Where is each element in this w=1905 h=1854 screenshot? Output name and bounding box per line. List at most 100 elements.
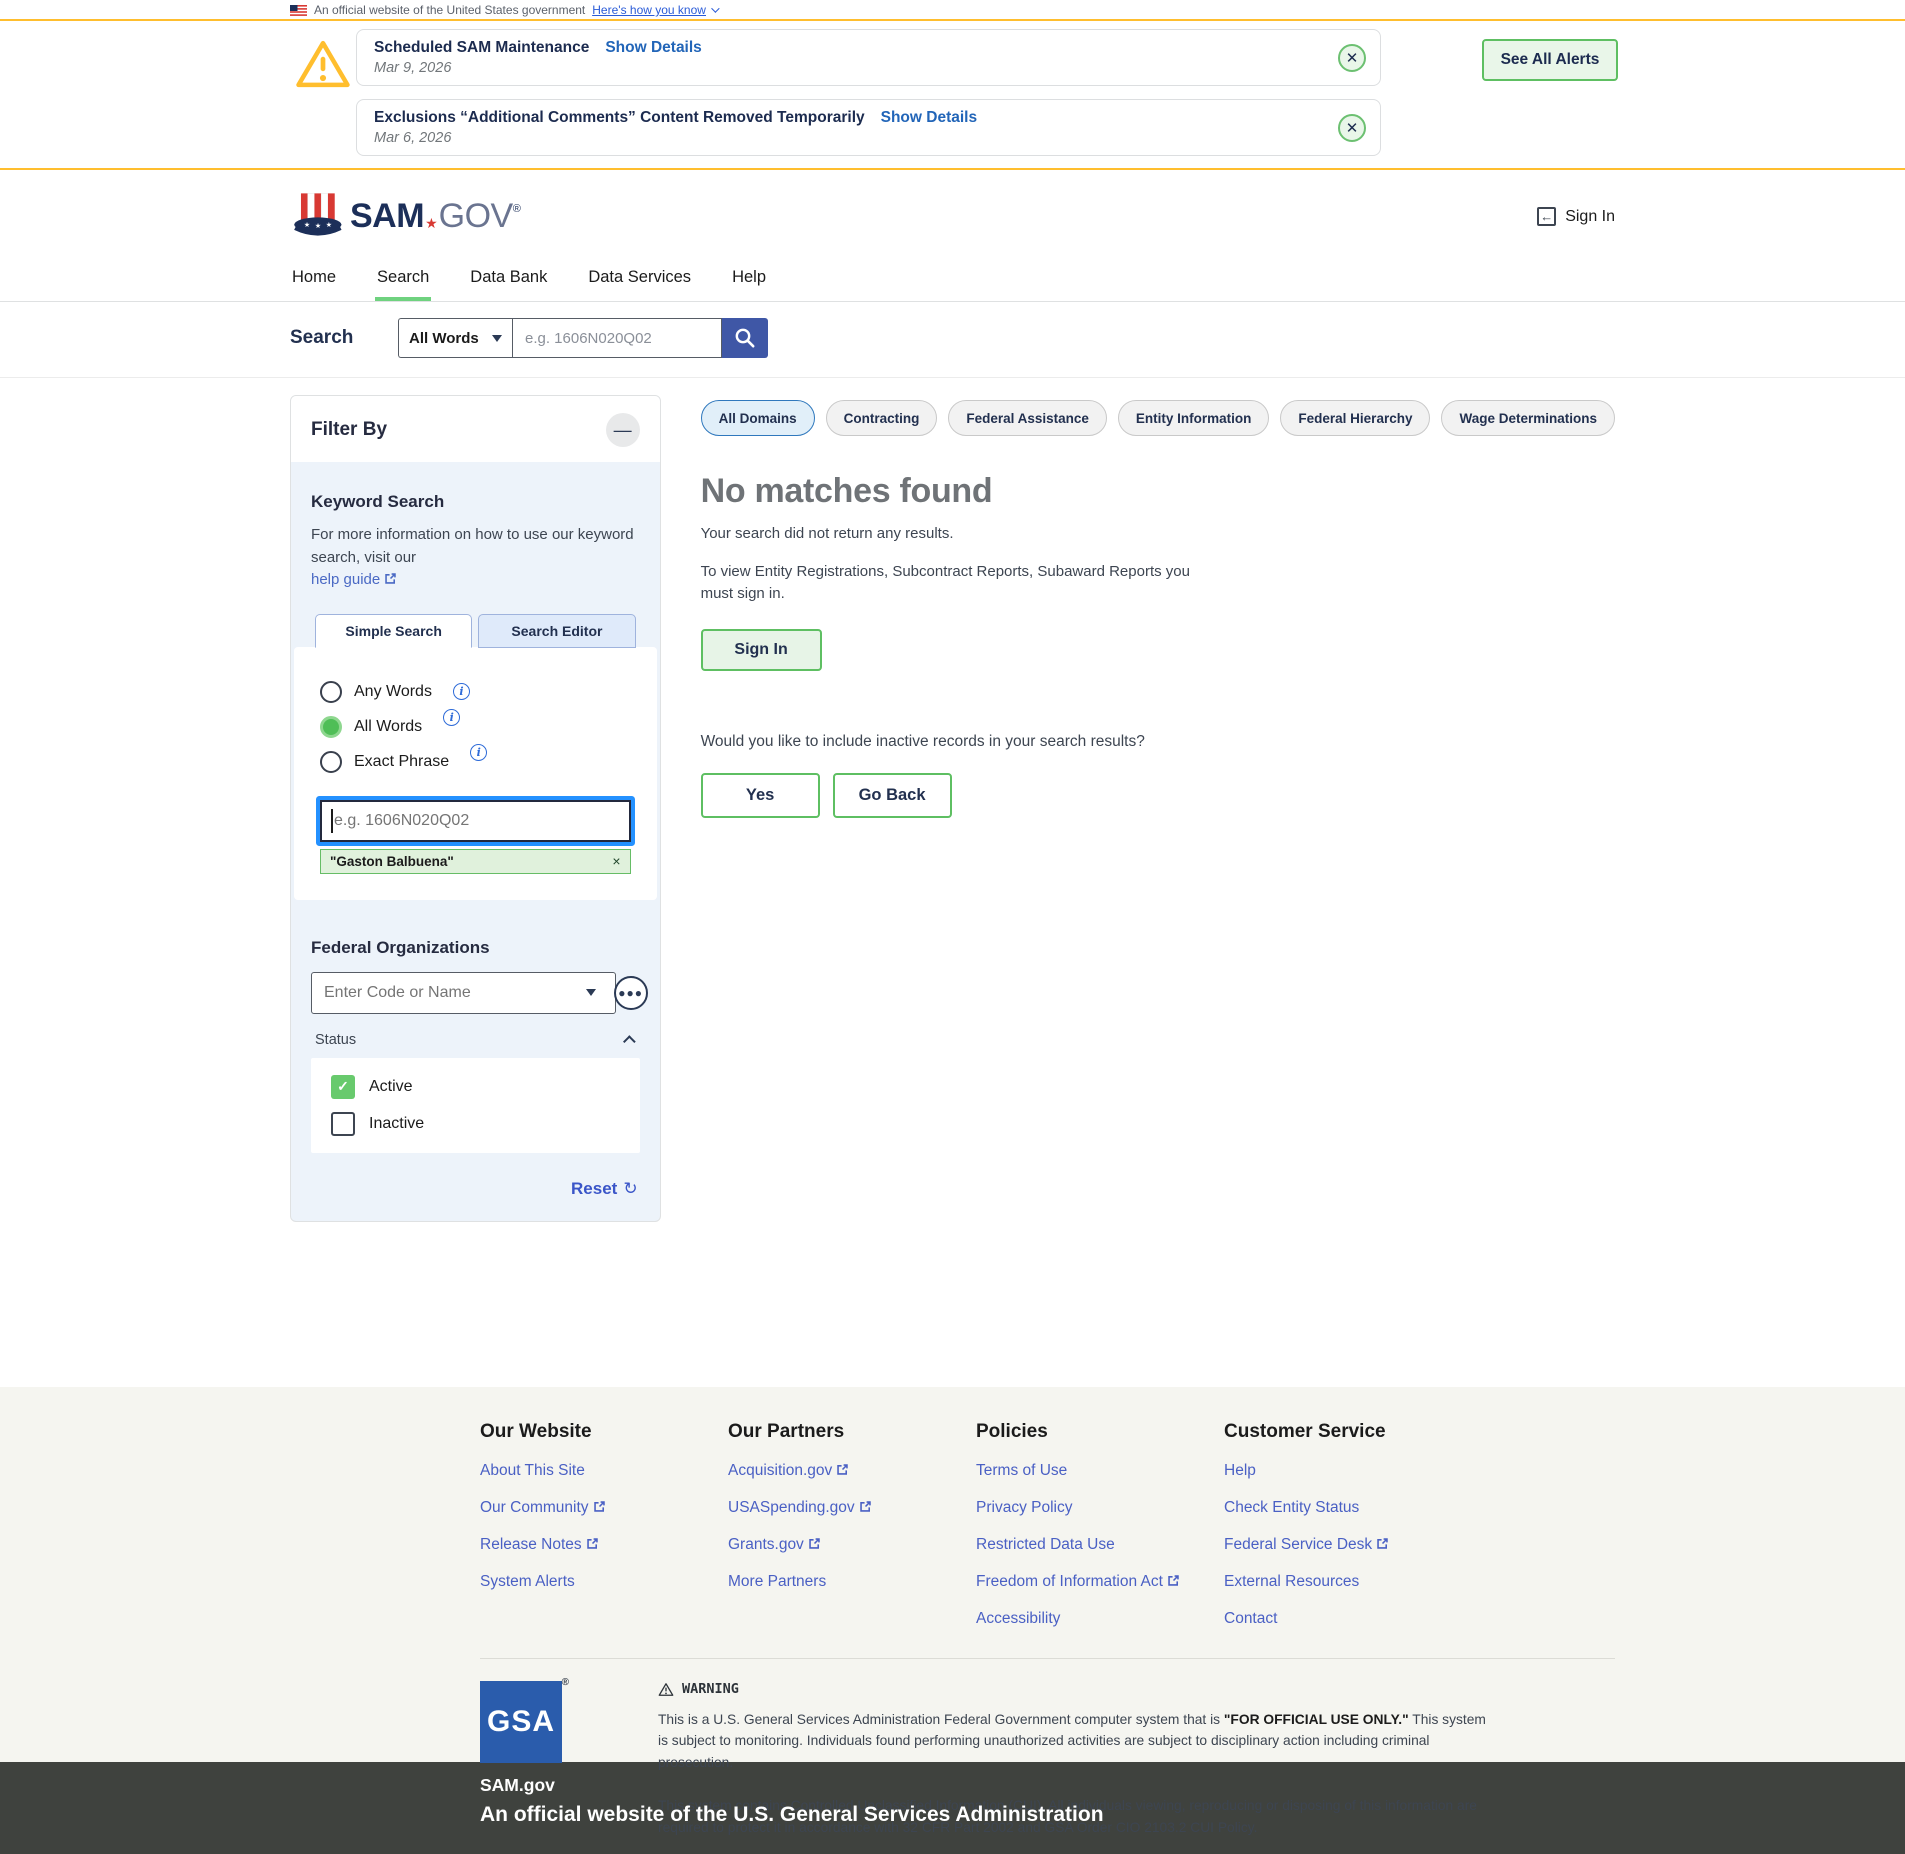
radio-label: Exact Phrase bbox=[354, 753, 449, 771]
search-mode-select[interactable]: All Words bbox=[398, 318, 512, 358]
inactive-records-question: Would you like to include inactive recor… bbox=[701, 733, 1615, 751]
collapse-filters-button[interactable]: — bbox=[606, 413, 640, 447]
results-area: All Domains Contracting Federal Assistance… bbox=[701, 395, 1615, 818]
footer-link-privacy-policy[interactable]: Privacy Policy bbox=[976, 1499, 1072, 1517]
checkbox[interactable] bbox=[331, 1112, 355, 1136]
external-link-icon bbox=[1376, 1537, 1388, 1549]
external-link-icon bbox=[859, 1500, 871, 1512]
external-link-icon bbox=[836, 1463, 848, 1475]
nav-item-data-services[interactable]: Data Services bbox=[586, 257, 693, 301]
footer-link-system-alerts[interactable]: System Alerts bbox=[480, 1573, 575, 1591]
footer-link-check-entity-status[interactable]: Check Entity Status bbox=[1224, 1499, 1359, 1517]
gov-banner: An official website of the United States… bbox=[0, 0, 1905, 21]
search-bar-section: Search All Words bbox=[0, 302, 1905, 378]
footer-link-federal-service-desk[interactable]: Federal Service Desk bbox=[1224, 1536, 1388, 1554]
footer-link-restricted-data-use[interactable]: Restricted Data Use bbox=[976, 1536, 1115, 1554]
keyword-input[interactable] bbox=[320, 800, 631, 842]
gsa-logo: GSA ® bbox=[480, 1681, 562, 1763]
alert-show-details-link[interactable]: Show Details bbox=[881, 109, 977, 127]
alert-close-button[interactable]: ✕ bbox=[1338, 44, 1366, 72]
footer-link-grants-gov[interactable]: Grants.gov bbox=[728, 1536, 820, 1554]
radio-button[interactable] bbox=[320, 751, 342, 773]
radio-label: All Words bbox=[354, 718, 422, 736]
alert-card: Exclusions “Additional Comments” Content… bbox=[356, 99, 1381, 156]
domain-tab-wage-determinations[interactable]: Wage Determinations bbox=[1441, 400, 1615, 436]
svg-text:★: ★ bbox=[304, 221, 310, 229]
nav-item-home[interactable]: Home bbox=[290, 257, 338, 301]
sign-in-button[interactable]: Sign In bbox=[701, 629, 822, 671]
status-card: ✓ Active Inactive bbox=[311, 1058, 640, 1153]
footer-link-about-this-site[interactable]: About This Site bbox=[480, 1462, 585, 1480]
help-guide-link[interactable]: help guide bbox=[311, 571, 396, 588]
domain-tab-contracting[interactable]: Contracting bbox=[826, 400, 938, 436]
tab-simple-search[interactable]: Simple Search bbox=[315, 614, 472, 648]
footer-link-our-community[interactable]: Our Community bbox=[480, 1499, 605, 1517]
domain-tab-all-domains[interactable]: All Domains bbox=[701, 400, 815, 436]
gov-banner-text: An official website of the United States… bbox=[314, 3, 585, 17]
org-more-options-button[interactable]: ●●● bbox=[614, 976, 648, 1010]
footer-column-heading: Our Partners bbox=[728, 1421, 976, 1443]
how-you-know-link[interactable]: Here's how you know bbox=[592, 3, 717, 17]
footer-link-usaspending-gov[interactable]: USASpending.gov bbox=[728, 1499, 871, 1517]
footer-link-external-resources[interactable]: External Resources bbox=[1224, 1573, 1359, 1591]
alerts-section: Scheduled SAM Maintenance Show Details M… bbox=[0, 21, 1905, 170]
footer-link-help[interactable]: Help bbox=[1224, 1462, 1256, 1480]
external-link-icon bbox=[586, 1537, 598, 1549]
federal-organizations-heading: Federal Organizations bbox=[311, 938, 640, 958]
sam-gov-logo[interactable]: ★★★ SAM ★ GOV ® bbox=[290, 192, 521, 242]
alert-close-button[interactable]: ✕ bbox=[1338, 114, 1366, 142]
site-header: ★★★ SAM ★ GOV ® ← Sign In bbox=[0, 170, 1905, 257]
reset-filters-link[interactable]: Reset↻ bbox=[571, 1179, 638, 1198]
footer-column-heading: Policies bbox=[976, 1421, 1224, 1443]
logo-sam-text: SAM bbox=[350, 197, 424, 236]
top-hat-icon: ★★★ bbox=[290, 192, 344, 242]
footer-link-accessibility[interactable]: Accessibility bbox=[976, 1610, 1060, 1628]
alert-date: Mar 6, 2026 bbox=[374, 130, 1320, 146]
status-option-inactive[interactable]: Inactive bbox=[331, 1112, 620, 1136]
external-link-icon bbox=[384, 572, 396, 584]
radio-button[interactable] bbox=[320, 716, 342, 738]
info-icon[interactable]: i bbox=[443, 709, 460, 726]
footer-column: Our Website About This SiteOur Community… bbox=[480, 1421, 728, 1628]
go-back-button[interactable]: Go Back bbox=[833, 773, 952, 818]
footer-link-release-notes[interactable]: Release Notes bbox=[480, 1536, 598, 1554]
nav-item-search[interactable]: Search bbox=[375, 257, 431, 301]
domain-tab-federal-assistance[interactable]: Federal Assistance bbox=[948, 400, 1107, 436]
nav-item-data-bank[interactable]: Data Bank bbox=[468, 257, 549, 301]
chip-remove-icon[interactable]: × bbox=[612, 853, 620, 869]
header-sign-in-link[interactable]: ← Sign In bbox=[1537, 207, 1615, 226]
federal-organizations-input[interactable] bbox=[311, 972, 616, 1014]
radio-option-any-words[interactable]: Any Words i bbox=[320, 681, 631, 703]
footer-column: Our Partners Acquisition.gov USASpending.… bbox=[728, 1421, 976, 1628]
radio-option-all-words[interactable]: All Words i bbox=[320, 716, 631, 738]
alert-list: Scheduled SAM Maintenance Show Details M… bbox=[356, 29, 1381, 156]
footer-link-terms-of-use[interactable]: Terms of Use bbox=[976, 1462, 1067, 1480]
search-submit-button[interactable] bbox=[722, 318, 768, 358]
radio-button[interactable] bbox=[320, 681, 342, 703]
status-collapse-icon[interactable] bbox=[623, 1035, 636, 1048]
domain-tab-entity-information[interactable]: Entity Information bbox=[1118, 400, 1270, 436]
footer-link-freedom-of-information-act[interactable]: Freedom of Information Act bbox=[976, 1573, 1179, 1591]
alert-date: Mar 9, 2026 bbox=[374, 60, 1320, 76]
footer-link-contact[interactable]: Contact bbox=[1224, 1610, 1277, 1628]
yes-button[interactable]: Yes bbox=[701, 773, 820, 818]
nav-item-help[interactable]: Help bbox=[730, 257, 768, 301]
warning-small-icon bbox=[658, 1682, 674, 1697]
info-icon[interactable]: i bbox=[470, 744, 487, 761]
external-link-icon bbox=[593, 1500, 605, 1512]
us-flag-icon bbox=[290, 5, 307, 16]
footer-column: Policies Terms of Use Privacy Policy Restr… bbox=[976, 1421, 1224, 1628]
footer-link-more-partners[interactable]: More Partners bbox=[728, 1573, 826, 1591]
see-all-alerts-button[interactable]: See All Alerts bbox=[1482, 39, 1618, 81]
tab-search-editor[interactable]: Search Editor bbox=[478, 614, 635, 648]
alert-show-details-link[interactable]: Show Details bbox=[605, 39, 701, 57]
radio-option-exact-phrase[interactable]: Exact Phrase i bbox=[320, 751, 631, 773]
sign-in-note: To view Entity Registrations, Subcontrac… bbox=[701, 561, 1206, 605]
info-icon[interactable]: i bbox=[453, 683, 470, 700]
footer-link-acquisition-gov[interactable]: Acquisition.gov bbox=[728, 1462, 848, 1480]
domain-tab-federal-hierarchy[interactable]: Federal Hierarchy bbox=[1280, 400, 1430, 436]
status-option-active[interactable]: ✓ Active bbox=[331, 1075, 620, 1099]
org-select-caret-icon[interactable] bbox=[586, 989, 596, 996]
global-search-input[interactable] bbox=[512, 318, 722, 358]
checkbox[interactable]: ✓ bbox=[331, 1075, 355, 1099]
